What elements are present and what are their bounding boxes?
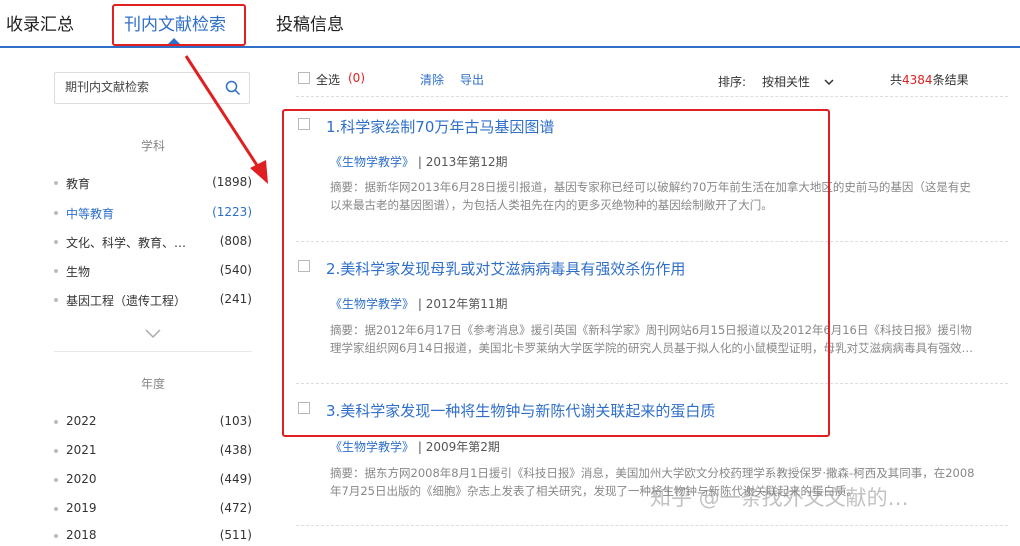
- clear-button[interactable]: 清除: [420, 71, 444, 88]
- facet-subject-item[interactable]: 中等教育 (1223): [54, 203, 252, 223]
- sort-select-value: 按相关性: [762, 75, 811, 89]
- facet-name: 2020: [66, 472, 97, 486]
- facet-year-item[interactable]: 2018 (511): [54, 526, 252, 546]
- results-toolbar: 全选 (0) 清除 导出 排序: 按相关性 共4384条结果: [296, 68, 1008, 97]
- tab-submission-info[interactable]: 投稿信息: [276, 10, 344, 35]
- total-prefix: 共: [890, 73, 903, 87]
- bullet-icon: [54, 211, 58, 215]
- chevron-down-icon[interactable]: [145, 327, 161, 339]
- facet-count: (103): [219, 414, 252, 428]
- facet-year-item[interactable]: 2019 (472): [54, 499, 252, 519]
- bullet-icon: [54, 534, 58, 538]
- facet-name: 教育: [66, 177, 91, 191]
- facet-year-item[interactable]: 2020 (449): [54, 470, 252, 490]
- tab-summary[interactable]: 收录汇总: [6, 10, 74, 35]
- facet-subject-item[interactable]: 文化、科学、教育、体育 (808): [54, 232, 252, 252]
- bullet-icon: [54, 240, 58, 244]
- facet-name: 基因工程（遗传工程）: [66, 294, 187, 308]
- facet-name: 2022: [66, 414, 97, 428]
- facet-year-item[interactable]: 2021 (438): [54, 441, 252, 461]
- select-all-checkbox[interactable]: [298, 72, 310, 84]
- facet-year-item[interactable]: 2022 (103): [54, 412, 252, 432]
- watermark: 知乎 @一条找外文文献的…: [650, 486, 909, 510]
- result-journal-link[interactable]: 《生物学教学》: [330, 440, 414, 454]
- facet-name: 中等教育: [66, 207, 115, 221]
- bullet-icon: [54, 449, 58, 453]
- facet-name: 2019: [66, 501, 97, 515]
- facet-name: 生物: [66, 265, 91, 279]
- chevron-down-icon: [824, 79, 834, 86]
- facet-count: (808): [219, 234, 252, 248]
- annotation-box-tab: [112, 4, 246, 46]
- annotation-box-results: [282, 109, 830, 437]
- total-suffix: 条结果: [932, 73, 969, 87]
- bullet-icon: [54, 269, 58, 273]
- result-divider: [296, 525, 1008, 527]
- sort-label: 排序:: [718, 75, 747, 89]
- facet-name: 文化、科学、教育、体育: [66, 236, 191, 250]
- facet-count: (1223): [212, 205, 252, 219]
- bullet-icon: [54, 420, 58, 424]
- facet-title-year: 年度: [140, 377, 165, 391]
- bullet-icon: [54, 507, 58, 511]
- facet-count: (540): [219, 263, 252, 277]
- sort-select[interactable]: 按相关性: [762, 73, 834, 90]
- facet-count: (472): [219, 501, 252, 515]
- facet-count: (241): [219, 292, 252, 306]
- facet-count: (438): [219, 443, 252, 457]
- facet-subject-item[interactable]: 基因工程（遗传工程） (241): [54, 290, 252, 310]
- annotation-arrow-icon: [184, 55, 268, 184]
- bullet-icon: [54, 298, 58, 302]
- facet-name: 2018: [66, 528, 97, 542]
- selected-count: (0): [348, 71, 365, 85]
- facet-count: (449): [219, 472, 252, 486]
- total-count: 4384: [902, 73, 933, 87]
- facet-name: 2021: [66, 443, 97, 457]
- facet-subject-item[interactable]: 生物 (540): [54, 261, 252, 281]
- bullet-icon: [54, 478, 58, 482]
- bullet-icon: [54, 181, 58, 185]
- select-all-label[interactable]: 全选: [316, 71, 340, 88]
- export-button[interactable]: 导出: [460, 71, 484, 88]
- total-results: 共4384条结果: [890, 71, 969, 88]
- facet-count: (511): [219, 528, 252, 542]
- result-issue: | 2009年第2期: [417, 440, 500, 454]
- sidebar-divider: [54, 351, 252, 352]
